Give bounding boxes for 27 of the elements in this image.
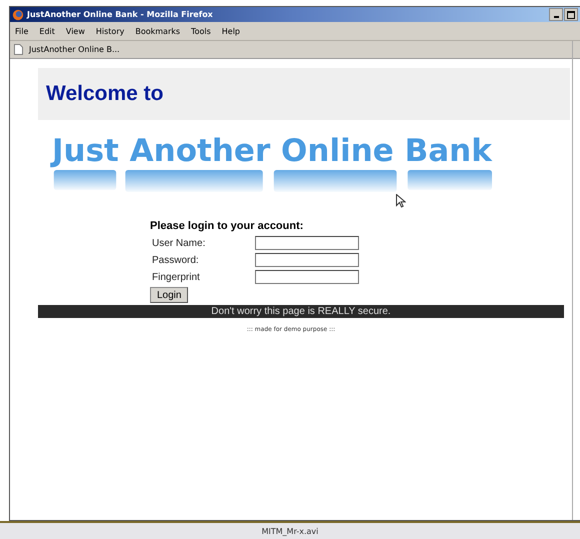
input-field[interactable] — [255, 270, 359, 284]
welcome-heading: Welcome to — [46, 82, 164, 106]
field-label: Password: — [151, 254, 200, 266]
menu-item[interactable]: Bookmarks — [135, 26, 180, 36]
input-field[interactable] — [255, 253, 359, 267]
login-button[interactable]: Login — [150, 287, 188, 303]
browser-tab[interactable]: JustAnother Online B... — [14, 44, 120, 55]
page-icon — [14, 44, 23, 55]
tab-title: JustAnother Online B... — [29, 45, 120, 54]
menu-item[interactable]: View — [66, 26, 85, 36]
field-label: User Name: — [151, 238, 206, 248]
menu-item[interactable]: History — [96, 26, 124, 36]
menu-item[interactable]: Help — [222, 26, 240, 36]
login-title: Please login to your account: — [150, 220, 304, 232]
globe-icon — [12, 8, 24, 20]
file-name: MITM_Mr-x.avi — [262, 526, 318, 536]
mouse-cursor-icon — [396, 194, 406, 208]
menu-item[interactable]: File — [15, 26, 28, 36]
field-label: Fingerprint — [151, 272, 201, 282]
bank-logo: Just Another Online Bank — [52, 134, 492, 168]
input-field[interactable] — [255, 236, 359, 250]
menu-item[interactable]: Edit — [39, 26, 55, 36]
minimize-button[interactable] — [549, 8, 563, 21]
maximize-button[interactable] — [564, 8, 578, 21]
notice-text: Don't worry this page is REALLY secure. — [211, 306, 391, 317]
menu-item[interactable]: Tools — [191, 26, 211, 36]
window-title: JustAnother Online Bank - Mozilla Firefox — [27, 10, 214, 19]
